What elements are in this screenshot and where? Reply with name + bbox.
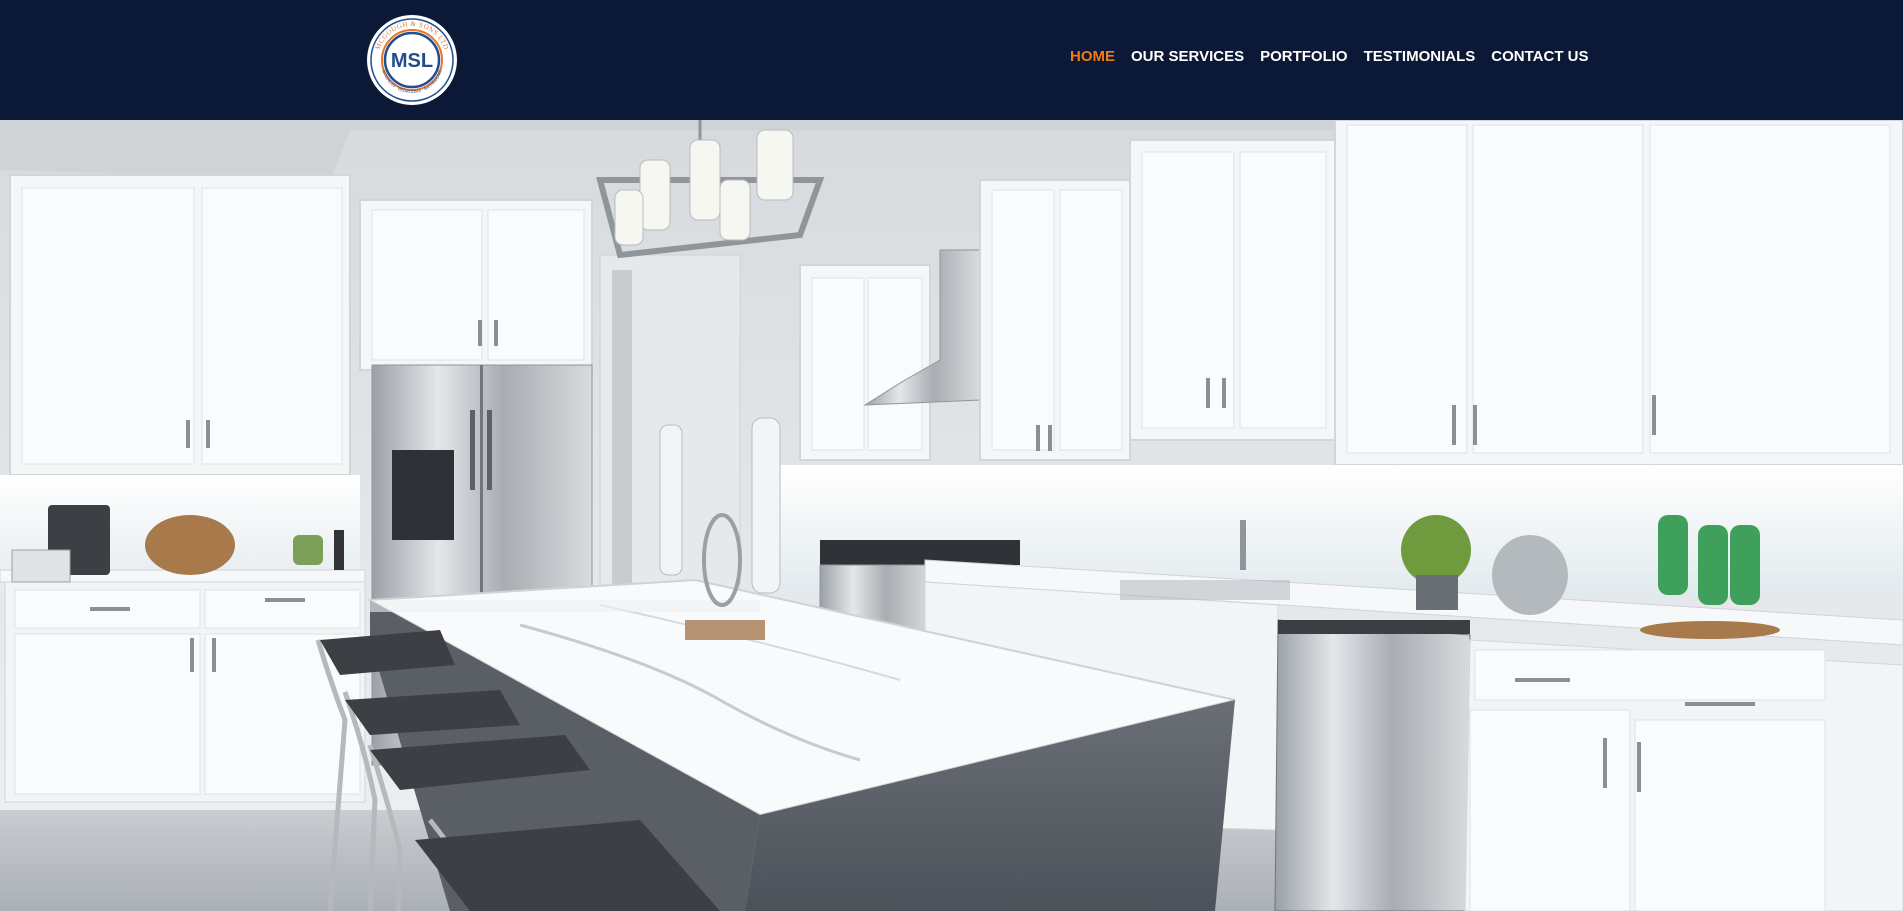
nav-portfolio[interactable]: PORTFOLIO	[1260, 48, 1348, 65]
nav-home[interactable]: HOME	[1070, 48, 1115, 65]
main-navigation: HOME OUR SERVICES PORTFOLIO TESTIMONIALS…	[1070, 48, 1588, 65]
logo-initials: MSL	[391, 50, 433, 72]
nav-contact-us[interactable]: CONTACT US	[1491, 48, 1588, 65]
hero-kitchen-image	[0, 120, 1903, 911]
site-header: MCGOUGH & SONS LTD KITCHENS · BEDROOMS ·…	[0, 0, 1903, 120]
nav-testimonials[interactable]: TESTIMONIALS	[1364, 48, 1476, 65]
nav-our-services[interactable]: OUR SERVICES	[1131, 48, 1244, 65]
kitchen-scene-illustration	[0, 120, 1903, 911]
company-logo[interactable]: MCGOUGH & SONS LTD KITCHENS · BEDROOMS ·…	[367, 15, 457, 105]
seal-logo-icon: MCGOUGH & SONS LTD KITCHENS · BEDROOMS ·…	[368, 16, 456, 104]
